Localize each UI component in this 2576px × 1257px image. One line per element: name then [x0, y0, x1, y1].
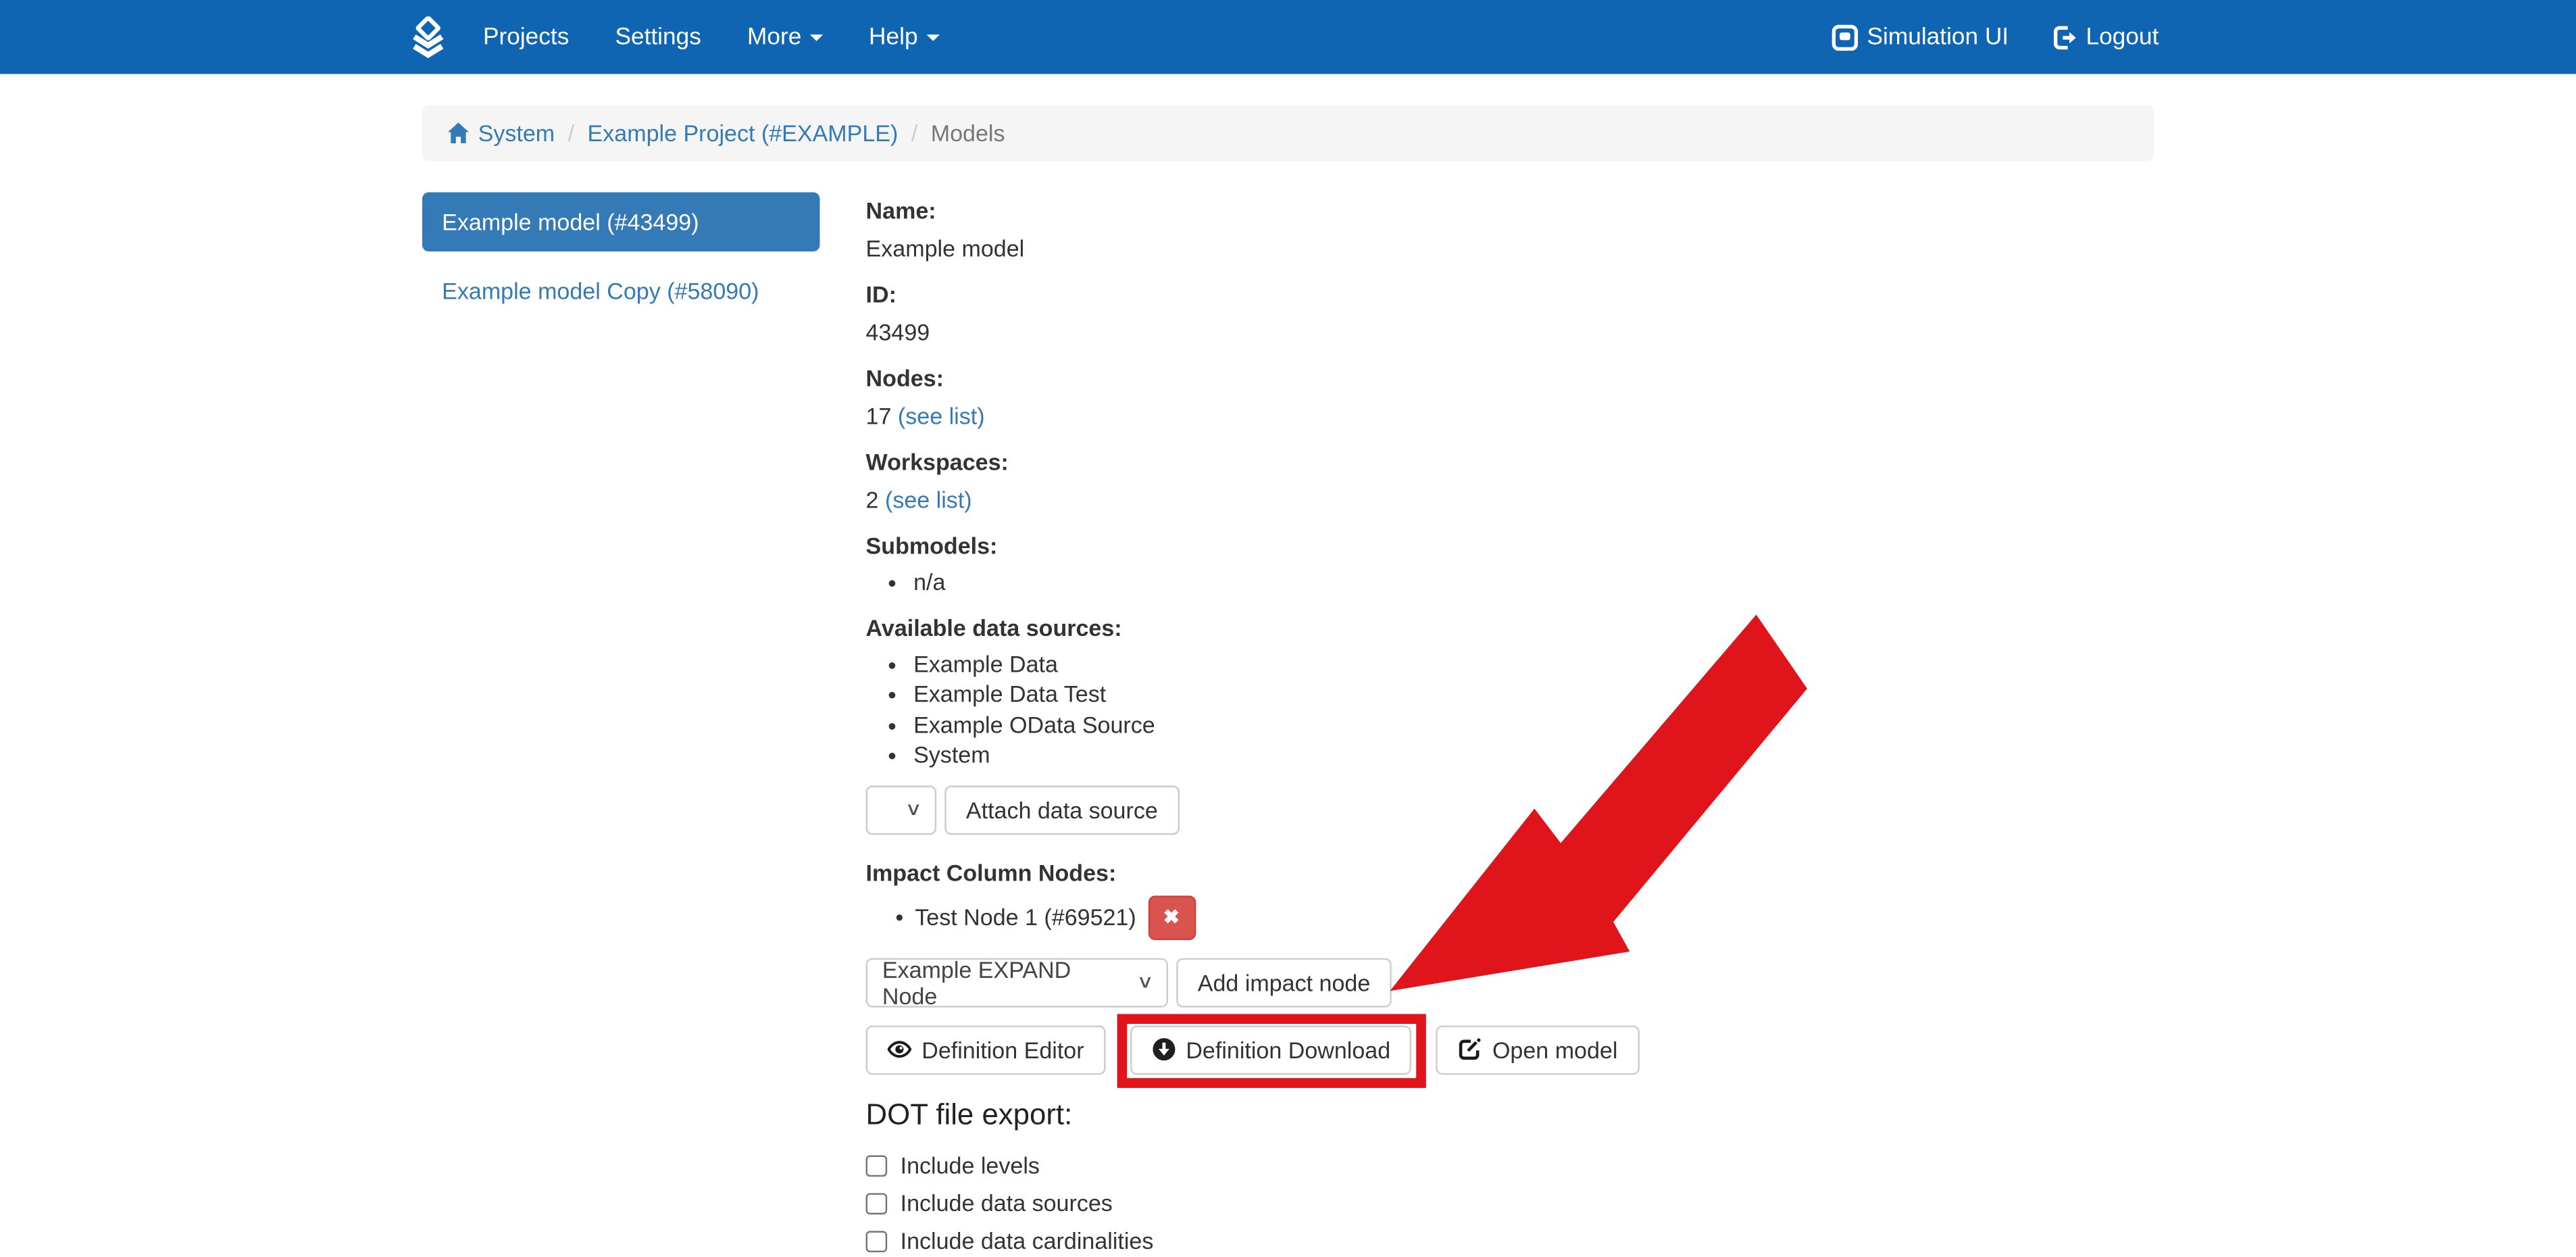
nodes-count: 17: [866, 403, 892, 429]
breadcrumb-separator: /: [568, 118, 574, 148]
nav-item-projects[interactable]: Projects: [483, 24, 569, 50]
nav-item-logout[interactable]: Logout: [2051, 24, 2158, 50]
sidebar-item-example-model-active[interactable]: Example model (#43499): [422, 193, 819, 252]
data-source-item: Example Data: [913, 648, 2154, 679]
edit-square-icon: [1458, 1037, 1482, 1061]
chevron-down-icon: ∨: [1136, 971, 1153, 993]
workspaces-term: Workspaces:: [866, 445, 2154, 478]
screenshot-stage: Projects Settings More Help Simul: [0, 0, 2576, 1257]
add-impact-node-button[interactable]: Add impact node: [1176, 958, 1392, 1007]
nav-item-help-dropdown[interactable]: Help: [869, 24, 939, 50]
sidebar-item-example-model-copy[interactable]: Example model Copy (#58090): [422, 274, 819, 307]
logout-icon: [2051, 24, 2077, 50]
breadcrumb-project-link[interactable]: Example Project (#EXAMPLE): [588, 118, 899, 148]
app-page: Projects Settings More Help Simul: [0, 0, 2576, 1257]
data-source-item: Example OData Source: [913, 709, 2154, 739]
model-list-sidebar: Example model (#43499) Example model Cop…: [422, 193, 819, 307]
breadcrumb-current-models: Models: [931, 118, 1005, 148]
dot-file-export-title: DOT file export:: [866, 1097, 2154, 1131]
home-icon: [447, 122, 470, 145]
definition-editor-label: Definition Editor: [921, 1036, 1084, 1062]
include-data-cardinalities-label: Include data cardinalities: [901, 1222, 1154, 1257]
app-logo-icon[interactable]: [407, 16, 449, 58]
include-levels-checkbox[interactable]: [866, 1154, 888, 1176]
data-sources-term: Available data sources:: [866, 610, 2154, 643]
id-term: ID:: [866, 278, 2154, 311]
definition-editor-button[interactable]: Definition Editor: [866, 1025, 1106, 1074]
impact-node-list-item: • Test Node 1 (#69521) ✖: [866, 895, 2154, 939]
nav-item-more-dropdown[interactable]: More: [747, 24, 823, 50]
nav-links: Projects Settings More Help: [483, 24, 939, 50]
nodes-value: 17 (see list): [866, 399, 2154, 433]
model-details-panel: Name: Example model ID: 43499 Nodes: 17 …: [866, 193, 2154, 1257]
name-value: Example model: [866, 232, 2154, 265]
include-data-sources-checkbox[interactable]: [866, 1192, 888, 1214]
nav-item-settings[interactable]: Settings: [615, 24, 701, 50]
eye-icon: [887, 1037, 911, 1061]
chevron-down-icon: ∨: [905, 799, 921, 820]
attach-data-source-row: ∨ Attach data source: [866, 785, 2154, 834]
data-source-item: System: [913, 739, 2154, 770]
dot-option-row: Include data sources: [866, 1184, 2154, 1222]
caret-down-icon: [809, 34, 822, 41]
model-actions-row: Definition Editor Definition Download: [866, 1025, 2154, 1074]
breadcrumb-system-link[interactable]: System: [447, 118, 555, 148]
include-data-cardinalities-checkbox[interactable]: [866, 1230, 888, 1252]
open-model-label: Open model: [1492, 1036, 1618, 1062]
impact-node-select[interactable]: Example EXPAND Node ∨: [866, 958, 1168, 1007]
top-navbar: Projects Settings More Help Simul: [0, 0, 2576, 74]
name-term: Name:: [866, 194, 2154, 227]
model-properties: Name: Example model ID: 43499 Nodes: 17 …: [866, 194, 2154, 770]
nav-help-label: Help: [869, 24, 918, 50]
x-remove-icon: ✖: [1163, 906, 1180, 929]
breadcrumb: System / Example Project (#EXAMPLE) / Mo…: [422, 105, 2154, 162]
add-impact-node-row: Example EXPAND Node ∨ Add impact node: [866, 958, 2154, 1007]
nav-more-label: More: [747, 24, 801, 50]
bullet: •: [895, 895, 903, 939]
include-data-sources-label: Include data sources: [901, 1184, 1113, 1222]
data-sources-list: Example Data Example Data Test Example O…: [866, 648, 2154, 770]
id-value: 43499: [866, 316, 2154, 349]
nav-right-group: Simulation UI Logout: [1832, 24, 2158, 50]
simulation-ui-label: Simulation UI: [1867, 24, 2009, 50]
definition-download-button[interactable]: Definition Download: [1130, 1025, 1412, 1074]
nodes-see-list-link[interactable]: (see list): [898, 403, 985, 429]
workspaces-count: 2: [866, 487, 879, 513]
caret-down-icon: [926, 34, 939, 41]
attach-data-source-button[interactable]: Attach data source: [944, 785, 1179, 834]
impact-column-nodes-term: Impact Column Nodes:: [866, 856, 2154, 889]
definition-download-label: Definition Download: [1186, 1036, 1390, 1062]
open-model-button[interactable]: Open model: [1436, 1025, 1639, 1074]
impact-node-label: Test Node 1 (#69521): [915, 904, 1136, 930]
nodes-term: Nodes:: [866, 362, 2154, 395]
definition-download-wrapper: Definition Download: [1130, 1025, 1412, 1074]
submodel-item: n/a: [913, 567, 2154, 597]
dot-option-row: Include data cardinalities: [866, 1222, 2154, 1257]
breadcrumb-system-label: System: [478, 118, 555, 148]
data-source-select[interactable]: ∨: [866, 785, 937, 834]
breadcrumb-separator: /: [911, 118, 917, 148]
workspaces-see-list-link[interactable]: (see list): [885, 487, 972, 513]
submodels-term: Submodels:: [866, 529, 2154, 562]
remove-impact-node-button[interactable]: ✖: [1148, 895, 1196, 939]
workspaces-value: 2 (see list): [866, 483, 2154, 516]
impact-node-select-value: Example EXPAND Node: [882, 956, 1122, 1008]
nav-item-simulation-ui[interactable]: Simulation UI: [1832, 24, 2009, 50]
app-window-icon: [1832, 24, 1859, 50]
logout-label: Logout: [2086, 24, 2159, 50]
download-circle-icon: [1151, 1037, 1176, 1061]
dot-option-row: Include levels: [866, 1146, 2154, 1184]
include-levels-label: Include levels: [901, 1146, 1040, 1184]
data-source-item: Example Data Test: [913, 679, 2154, 709]
submodels-list: n/a: [866, 567, 2154, 597]
